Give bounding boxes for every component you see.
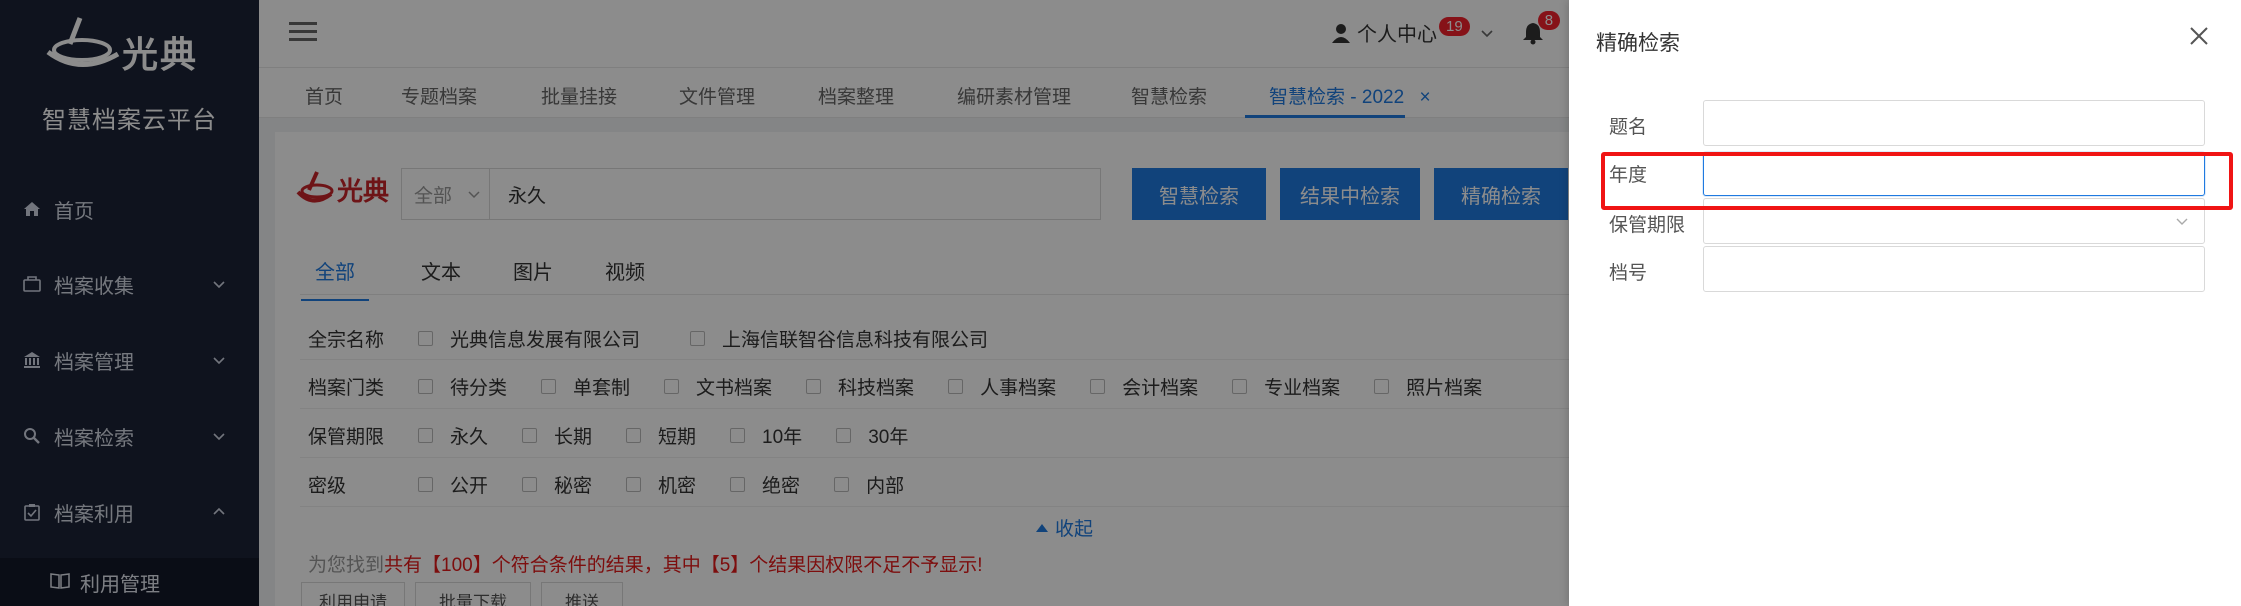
field-label-title: 题名 (1609, 117, 1648, 138)
highlight-box (1601, 152, 2233, 210)
close-icon[interactable] (2187, 24, 2211, 48)
archive-no-input[interactable] (1703, 246, 2205, 292)
chevron-down-icon (2176, 218, 2188, 225)
drawer-title: 精确检索 (1596, 32, 1680, 55)
exact-search-drawer: 精确检索 题名 年度 保管期限 档号 (1569, 0, 2241, 606)
field-label-archive-no: 档号 (1609, 263, 1648, 284)
title-input[interactable] (1703, 100, 2205, 146)
field-label-retention: 保管期限 (1609, 215, 1686, 236)
modal-overlay[interactable] (0, 0, 1569, 606)
